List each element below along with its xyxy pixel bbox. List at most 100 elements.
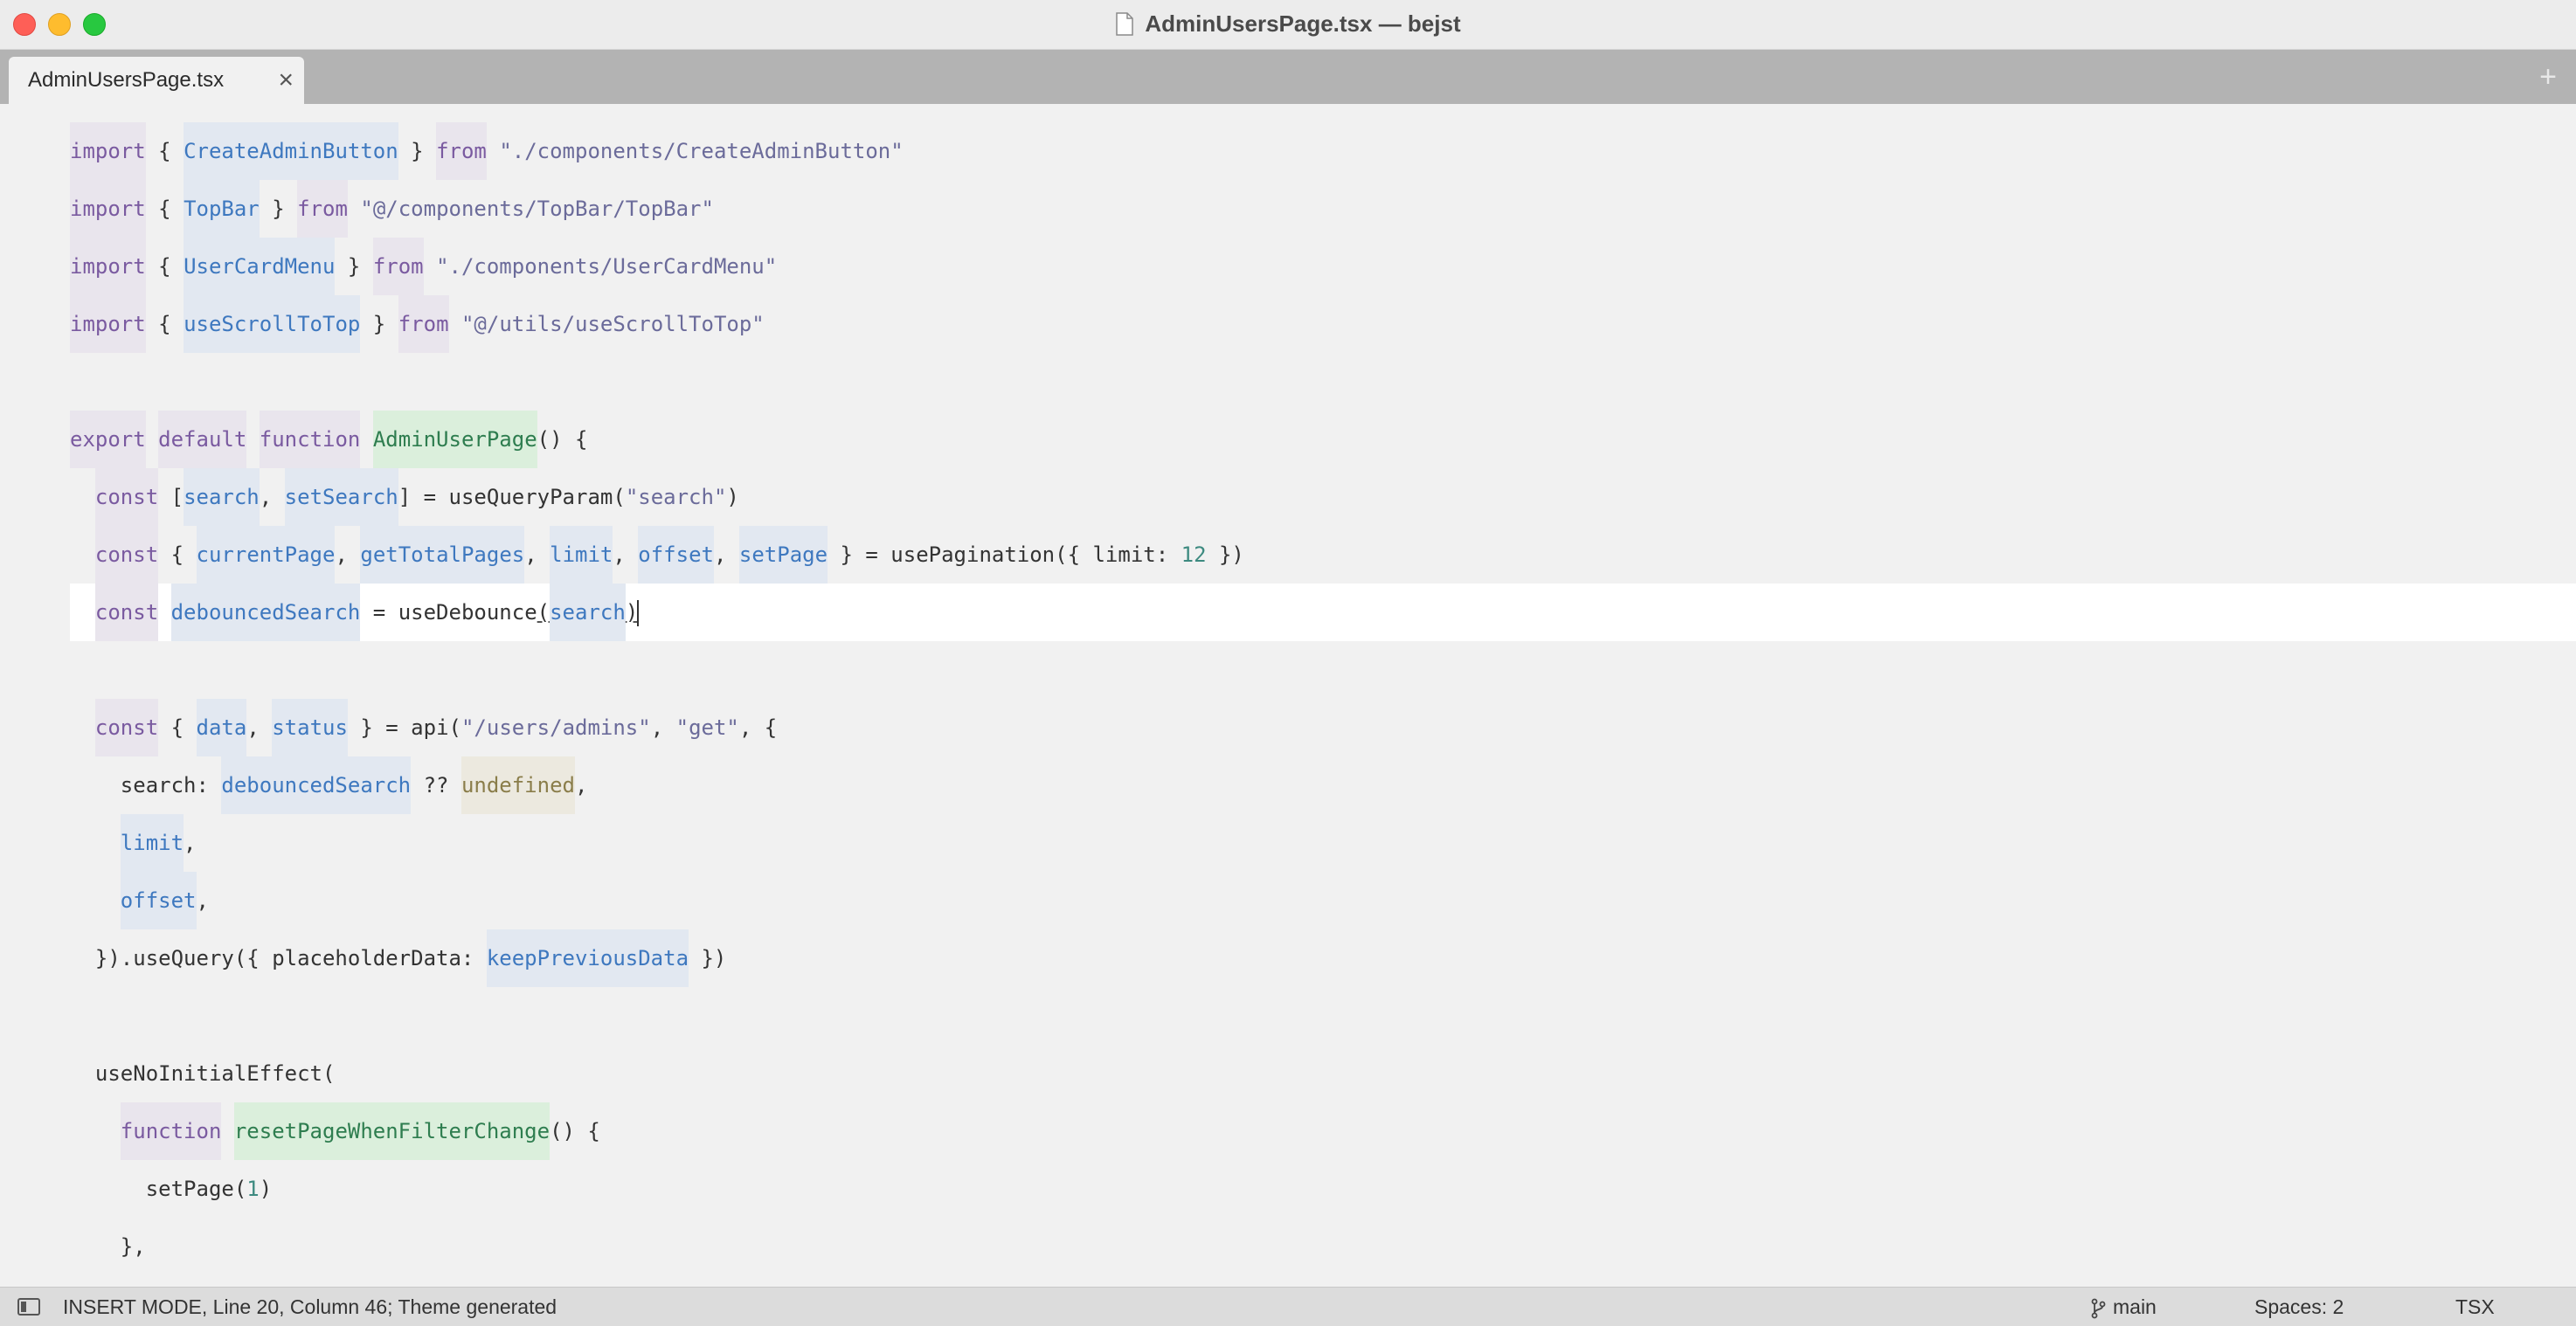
code-line[interactable]: setPage(1)	[70, 1160, 2576, 1218]
code-token: setPage	[738, 526, 828, 584]
code-token: {	[145, 312, 184, 336]
code-line[interactable]: },	[70, 1218, 2576, 1275]
code-line[interactable]: const { currentPage, getTotalPages, limi…	[70, 526, 2576, 584]
code-line[interactable]: limit,	[70, 814, 2576, 872]
code-token: const	[94, 526, 159, 584]
code-token: , {	[738, 715, 778, 740]
code-line[interactable]: export default function AdminUserPage() …	[70, 411, 2576, 468]
code-token: "@/utils/useScrollToTop"	[460, 312, 765, 336]
code-token: useNoInitialEffect(	[70, 1061, 336, 1086]
code-token: useScrollToTop	[184, 295, 361, 353]
code-token: function	[259, 411, 361, 468]
code-line[interactable]: offset,	[70, 872, 2576, 929]
code-token: {	[145, 139, 184, 163]
code-token: 12	[1181, 542, 1207, 567]
code-token: const	[94, 699, 159, 756]
code-token: }	[360, 312, 398, 336]
syntax-setting[interactable]: TSX	[2455, 1288, 2495, 1326]
tab-label: AdminUsersPage.tsx	[28, 68, 225, 92]
tab-adminuserspage[interactable]: AdminUsersPage.tsx ×	[9, 57, 304, 104]
branch-indicator[interactable]: main	[2090, 1288, 2157, 1326]
code-line[interactable]	[70, 641, 2576, 699]
code-token: {	[158, 542, 197, 567]
code-line[interactable]: import { UserCardMenu } from "./componen…	[70, 238, 2576, 295]
code-token: import	[70, 238, 146, 295]
code-token: = useDebounce	[360, 600, 537, 625]
code-line[interactable]: const [search, setSearch] = useQueryPara…	[70, 468, 2576, 526]
indentation-setting[interactable]: Spaces: 2	[2254, 1288, 2344, 1326]
code-line[interactable]: search: debouncedSearch ?? undefined,	[70, 756, 2576, 814]
code-token: debouncedSearch	[221, 756, 412, 814]
code-token: () {	[550, 1119, 600, 1143]
code-token: }	[259, 197, 298, 221]
code-token: setPage(	[70, 1177, 247, 1201]
sidebar-toggle-icon[interactable]	[17, 1298, 40, 1316]
code-line[interactable]: const debouncedSearch = useDebounce(sear…	[70, 584, 2576, 641]
new-tab-icon[interactable]: +	[2539, 50, 2557, 104]
code-line[interactable]	[70, 987, 2576, 1045]
code-line[interactable]	[70, 353, 2576, 411]
code-token: from	[398, 295, 449, 353]
tab-bar: AdminUsersPage.tsx × +	[0, 50, 2576, 104]
branch-name: main	[2113, 1295, 2157, 1318]
title-bar: AdminUsersPage.tsx — bejst	[0, 0, 2576, 50]
close-icon[interactable]: ×	[278, 57, 294, 104]
window-title: AdminUsersPage.tsx — bejst	[0, 0, 2576, 47]
code-line[interactable]: import { useScrollToTop } from "@/utils/…	[70, 295, 2576, 353]
code-line[interactable]: import { TopBar } from "@/components/Top…	[70, 180, 2576, 238]
code-token: }).useQuery({ placeholderData:	[70, 946, 487, 970]
code-token: })	[689, 946, 727, 970]
code-line[interactable]: import { CreateAdminButton } from "./com…	[70, 122, 2576, 180]
code-token: const	[94, 584, 159, 641]
code-token: "@/components/TopBar/TopBar"	[360, 197, 714, 221]
status-mode: INSERT MODE, Line 20, Column 46; Theme g…	[63, 1295, 557, 1318]
code-token: debouncedSearch	[170, 584, 361, 641]
code-token: import	[70, 180, 146, 238]
code-editor[interactable]: import { CreateAdminButton } from "./com…	[0, 104, 2576, 1287]
code-token: ,	[713, 542, 739, 567]
code-token: import	[70, 122, 146, 180]
code-token: search:	[70, 773, 222, 798]
code-token: ,	[574, 773, 588, 798]
code-token: {	[145, 254, 184, 279]
code-token: CreateAdminButton	[184, 122, 398, 180]
code-token: )	[726, 485, 739, 509]
code-token: "./components/UserCardMenu"	[436, 254, 778, 279]
code-line[interactable]: function resetPageWhenFilterChange() {	[70, 1102, 2576, 1160]
code-token: getTotalPages	[360, 526, 525, 584]
code-line[interactable]: useNoInitialEffect(	[70, 1045, 2576, 1102]
code-token: }	[398, 139, 437, 163]
window-title-text: AdminUsersPage.tsx — bejst	[1145, 10, 1461, 37]
editor-window: AdminUsersPage.tsx — bejst AdminUsersPag…	[0, 0, 2576, 1326]
code-token: keepPreviousData	[486, 929, 689, 987]
code-token: setSearch	[284, 468, 398, 526]
code-token: import	[70, 295, 146, 353]
code-token: ,	[524, 542, 551, 567]
code-token: [	[158, 485, 184, 509]
code-token: }	[335, 254, 373, 279]
code-token: ,	[246, 715, 273, 740]
code-token: ,	[196, 888, 209, 913]
code-token: ,	[613, 542, 639, 567]
code-line[interactable]: }).useQuery({ placeholderData: keepPrevi…	[70, 929, 2576, 987]
code-token: )	[259, 1177, 273, 1201]
code-token: currentPage	[196, 526, 336, 584]
code-token: "./components/CreateAdminButton"	[499, 139, 904, 163]
code-token: data	[196, 699, 247, 756]
code-line[interactable]: const { data, status } = api("/users/adm…	[70, 699, 2576, 756]
code-token: },	[70, 1234, 146, 1259]
code-token: AdminUserPage	[372, 411, 537, 468]
code-token: ,	[184, 831, 197, 855]
